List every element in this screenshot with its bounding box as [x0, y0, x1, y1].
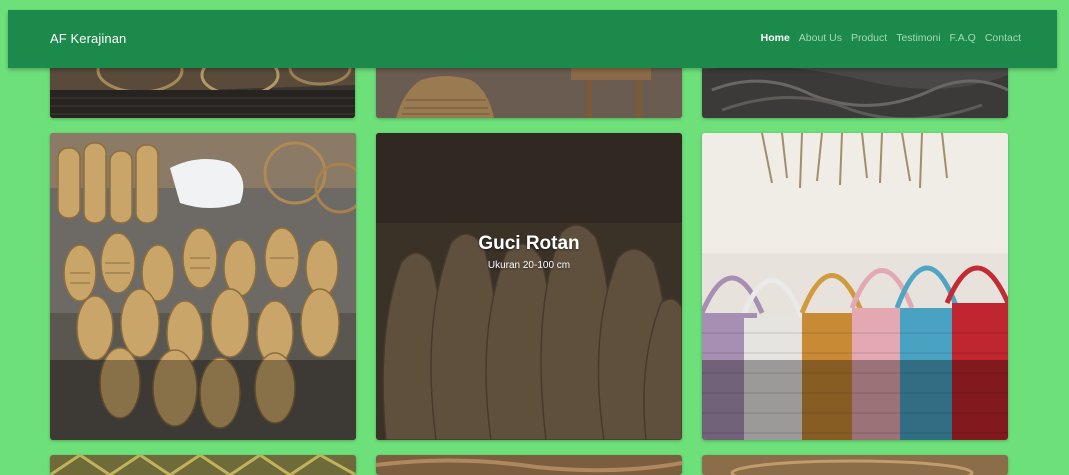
- gallery-tile-bottom-1[interactable]: [50, 455, 356, 475]
- nav-testimoni-link[interactable]: Testimoni: [896, 32, 940, 44]
- nav-menu: Home About Us Product Testimoni F.A.Q Co…: [761, 32, 1021, 44]
- navbar: AF Kerajinan Home About Us Product Testi…: [8, 10, 1057, 68]
- rattan-photo-bottom-3: [702, 455, 1008, 475]
- rattan-photo-bottom-1: [50, 455, 356, 475]
- rattan-vases-photo: [50, 133, 356, 440]
- guci-rotan-caption: Guci Rotan Ukuran 20-100 cm: [376, 233, 682, 271]
- rattan-photo-bottom-2: [376, 455, 682, 475]
- nav-home-link[interactable]: Home: [761, 32, 790, 44]
- nav-about-link[interactable]: About Us: [799, 32, 842, 44]
- product-title: Guci Rotan: [478, 233, 580, 254]
- nav-faq-link[interactable]: F.A.Q: [950, 32, 976, 44]
- gallery-tile-bottom-3[interactable]: [702, 455, 1008, 475]
- colorful-baskets-photo: [702, 133, 1008, 440]
- brand-logo-text[interactable]: AF Kerajinan: [50, 31, 126, 46]
- gallery-tile-bottom-2[interactable]: [376, 455, 682, 475]
- guci-rotan-overlay: [376, 133, 682, 440]
- product-size: Ukuran 20-100 cm: [487, 260, 571, 271]
- nav-contact-link[interactable]: Contact: [985, 32, 1021, 44]
- gallery-tile-colorful-baskets[interactable]: [702, 133, 1008, 440]
- nav-product-link[interactable]: Product: [851, 32, 887, 44]
- gallery-tile-guci-rotan[interactable]: Guci Rotan Ukuran 20-100 cm: [376, 133, 682, 440]
- gallery-tile-rattan-vases-stack[interactable]: [50, 133, 356, 440]
